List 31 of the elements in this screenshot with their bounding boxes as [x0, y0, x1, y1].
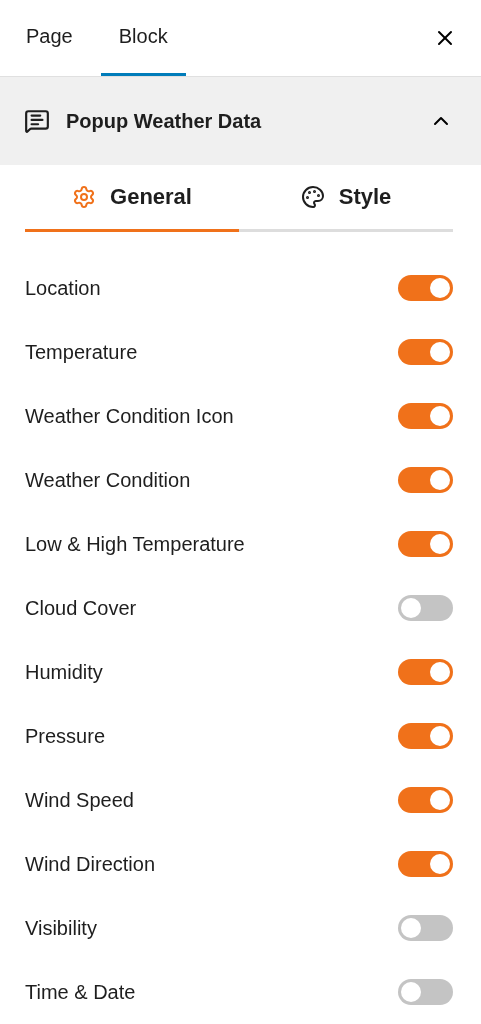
toggle-switch[interactable] — [398, 787, 453, 813]
option-label: Wind Direction — [25, 852, 156, 876]
toggle-switch[interactable] — [398, 531, 453, 557]
chat-list-icon — [24, 108, 50, 134]
option-label: Visibility — [25, 916, 97, 940]
option-label: Pressure — [25, 724, 106, 748]
panel-title: Popup Weather Data — [66, 109, 262, 133]
toggle-switch[interactable] — [398, 723, 453, 749]
option-label: Wind Speed — [25, 788, 134, 812]
toggle-switch[interactable] — [398, 659, 453, 685]
toggle-switch[interactable] — [398, 979, 453, 1005]
toggle-switch[interactable] — [398, 595, 453, 621]
toggle-switch[interactable] — [398, 851, 453, 877]
palette-icon — [300, 185, 325, 209]
option-label: Location — [25, 276, 101, 300]
tab[interactable]: Page — [8, 0, 91, 76]
option-label: Low & High Temperature — [25, 532, 245, 556]
option-label: Humidity — [25, 660, 103, 684]
tab[interactable]: General — [25, 165, 239, 232]
toggle-switch[interactable] — [398, 915, 453, 941]
gear-icon — [72, 185, 97, 209]
toggle-switch[interactable] — [398, 275, 453, 301]
option-label: Cloud Cover — [25, 596, 137, 620]
tab[interactable]: Style — [239, 165, 453, 232]
option-label: Weather Condition — [25, 468, 191, 492]
option-label: Temperature — [25, 340, 138, 364]
toggle-switch[interactable] — [398, 467, 453, 493]
option-label: Time & Date — [25, 980, 136, 1004]
option-label: Weather Condition Icon — [25, 404, 234, 428]
toggle-switch[interactable] — [398, 403, 453, 429]
toggle-switch[interactable] — [398, 339, 453, 365]
